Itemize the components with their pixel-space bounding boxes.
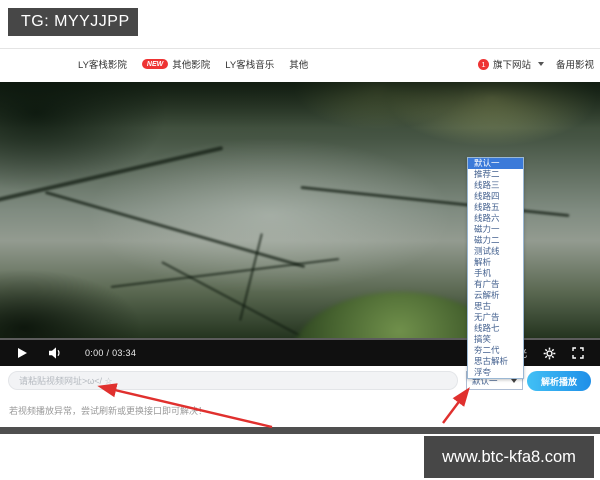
nav-item-ly-cinema[interactable]: LY客栈影院 bbox=[78, 57, 127, 71]
branch bbox=[45, 191, 305, 268]
fullscreen-icon[interactable] bbox=[572, 347, 584, 359]
line-option[interactable]: 线路三 bbox=[468, 180, 523, 191]
branch bbox=[0, 146, 223, 206]
chevron-down-icon bbox=[538, 62, 544, 66]
tg-contact-banner: TG: MYYJJPP bbox=[8, 8, 138, 36]
nav-item-sites[interactable]: 1 旗下网站 bbox=[478, 57, 544, 71]
nav-item-other[interactable]: 其他 bbox=[289, 57, 308, 71]
line-option[interactable]: 解析 bbox=[468, 257, 523, 268]
line-option[interactable]: 搞笑 bbox=[468, 334, 523, 345]
nav-item-backup[interactable]: 备用影视 bbox=[556, 57, 594, 71]
line-option[interactable]: 思古 bbox=[468, 301, 523, 312]
settings-gear-icon[interactable] bbox=[543, 347, 556, 360]
nav-item-ly-music[interactable]: LY客栈音乐 bbox=[225, 57, 274, 71]
volume-icon[interactable] bbox=[49, 347, 63, 359]
help-tip-text: 若视频播放异常，尝试刷新或更换接口即可解决！ bbox=[9, 404, 207, 417]
page: TG: MYYJJPP LY客栈影院 NEW 其他影院 LY客栈音乐 其他 1 … bbox=[0, 0, 600, 480]
play-button[interactable] bbox=[18, 348, 27, 358]
time-display: 0:00 / 03:34 bbox=[85, 348, 136, 358]
nav-item-other-cinema[interactable]: 其他影院 bbox=[172, 57, 210, 71]
line-option[interactable]: 夯二代 bbox=[468, 345, 523, 356]
navbar-right: 1 旗下网站 备用影视 bbox=[478, 54, 594, 74]
line-option[interactable]: 测试线 bbox=[468, 246, 523, 257]
video-url-input[interactable] bbox=[8, 371, 458, 390]
arrow-icon bbox=[443, 391, 467, 423]
footer-strip bbox=[0, 427, 600, 434]
line-option[interactable]: 默认一 bbox=[468, 158, 523, 169]
line-option[interactable]: 浮夸 bbox=[468, 367, 523, 378]
tg-contact-text: TG: MYYJJPP bbox=[21, 13, 130, 31]
nav-sites-label: 旗下网站 bbox=[493, 57, 531, 71]
line-option[interactable]: 线路五 bbox=[468, 202, 523, 213]
line-option[interactable]: 磁力一 bbox=[468, 224, 523, 235]
new-badge: NEW bbox=[142, 59, 168, 69]
line-option[interactable]: 线路七 bbox=[468, 323, 523, 334]
site-url-text: www.btc-kfa8.com bbox=[442, 448, 576, 467]
branch bbox=[111, 258, 340, 288]
line-option[interactable]: 云解析 bbox=[468, 290, 523, 301]
line-option[interactable]: 线路四 bbox=[468, 191, 523, 202]
line-option[interactable]: 线路六 bbox=[468, 213, 523, 224]
branch bbox=[301, 186, 570, 217]
notification-badge: 1 bbox=[478, 59, 489, 70]
line-dropdown-list: 默认一 推荐二 线路三 线路四 线路五 线路六 磁力一 磁力二 测试线 解析 手… bbox=[467, 157, 524, 379]
parse-play-button[interactable]: 解析播放 bbox=[527, 371, 591, 391]
nav-group-other-cinema: NEW 其他影院 bbox=[142, 57, 210, 71]
line-option[interactable]: 有广告 bbox=[468, 279, 523, 290]
line-option[interactable]: 推荐二 bbox=[468, 169, 523, 180]
line-option[interactable]: 无广告 bbox=[468, 312, 523, 323]
line-option[interactable]: 思古解析 bbox=[468, 356, 523, 367]
line-option[interactable]: 手机 bbox=[468, 268, 523, 279]
site-url-banner: www.btc-kfa8.com bbox=[424, 436, 594, 478]
navbar: LY客栈影院 NEW 其他影院 LY客栈音乐 其他 bbox=[78, 54, 308, 74]
chevron-down-icon bbox=[511, 379, 517, 383]
forest-canopy bbox=[0, 82, 600, 128]
line-option[interactable]: 磁力二 bbox=[468, 235, 523, 246]
nav-divider bbox=[0, 48, 600, 49]
